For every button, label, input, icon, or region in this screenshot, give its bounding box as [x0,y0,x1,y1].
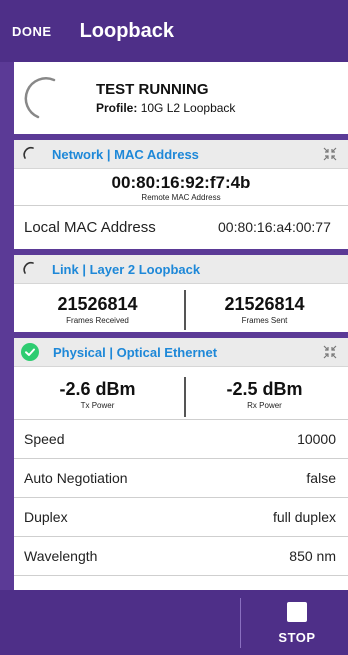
param-value: 10000 [297,431,336,447]
param-value: 850 nm [289,548,336,564]
bottom-action-bar: STOP [0,590,348,655]
physical-section-title: Physical | Optical Ethernet [53,344,218,360]
local-mac-value: 00:80:16:a4:00:77 [218,219,331,235]
network-section-header[interactable]: Network | MAC Address [14,140,348,169]
tx-power-label: Tx Power [80,401,115,410]
remote-mac-label: Remote MAC Address [141,193,221,202]
param-value: full duplex [272,509,336,525]
local-mac-row: Local MAC Address 00:80:16:a4:00:77 [14,206,348,255]
done-button[interactable]: DONE [12,24,52,39]
local-mac-label: Local MAC Address [24,219,156,236]
param-row-duplex: Duplex full duplex [14,498,348,537]
profile-value: 10G L2 Loopback [140,101,236,115]
test-results-panel: TEST RUNNING Profile: 10G L2 Loopback Ne… [14,62,348,590]
collapse-icon[interactable] [322,344,338,360]
spinner-icon [24,77,56,119]
test-state: TEST RUNNING [96,81,209,98]
param-row-wavelength: Wavelength 850 nm [14,537,348,576]
frames-received: 21526814 Frames Received [14,284,181,332]
rx-power-label: Rx Power [247,401,282,410]
divider [184,377,186,417]
stop-button[interactable]: STOP [258,598,336,650]
frames-sent: 21526814 Frames Sent [181,284,348,332]
spinner-icon [23,261,34,274]
tx-power: -2.6 dBm Tx Power [14,367,181,419]
link-section-title: Link | Layer 2 Loopback [52,261,201,277]
param-label: Duplex [24,509,68,525]
divider [240,598,241,648]
remote-mac-block: 00:80:16:92:f7:4b Remote MAC Address [14,169,348,206]
page-title: Loopback [79,19,175,42]
test-status-card: TEST RUNNING Profile: 10G L2 Loopback [14,62,348,140]
rx-power-value: -2.5 dBm [226,379,303,399]
profile-label: Profile: [96,101,138,115]
param-label: Wavelength [24,548,98,564]
top-app-bar: DONE Loopback [0,0,348,62]
test-status-text: TEST RUNNING Profile: 10G L2 Loopback [96,81,235,115]
frames-sent-label: Frames Sent [241,316,288,325]
divider [184,290,186,330]
rx-power: -2.5 dBm Rx Power [181,367,348,419]
stop-label: STOP [278,630,316,645]
param-value: false [306,470,336,486]
spinner-icon [23,146,34,159]
frames-sent-value: 21526814 [224,294,305,314]
param-row-speed: Speed 10000 [14,420,348,459]
remote-mac-value: 00:80:16:92:f7:4b [111,173,251,192]
link-section-header[interactable]: Link | Layer 2 Loopback [14,255,348,284]
network-section-title: Network | MAC Address [52,146,199,162]
power-block: -2.6 dBm Tx Power -2.5 dBm Rx Power [14,367,348,420]
frames-received-label: Frames Received [66,316,129,325]
test-profile: Profile: 10G L2 Loopback [96,101,235,115]
collapse-icon[interactable] [322,146,338,162]
frames-block: 21526814 Frames Received 21526814 Frames… [14,284,348,338]
check-circle-icon [21,343,39,361]
param-label: Auto Negotiation [24,470,128,486]
param-row-auto-negotiation: Auto Negotiation false [14,459,348,498]
tx-power-value: -2.6 dBm [59,379,136,399]
param-label: Speed [24,431,65,447]
stop-icon [287,602,307,622]
physical-section-header[interactable]: Physical | Optical Ethernet [14,338,348,367]
frames-received-value: 21526814 [57,294,138,314]
